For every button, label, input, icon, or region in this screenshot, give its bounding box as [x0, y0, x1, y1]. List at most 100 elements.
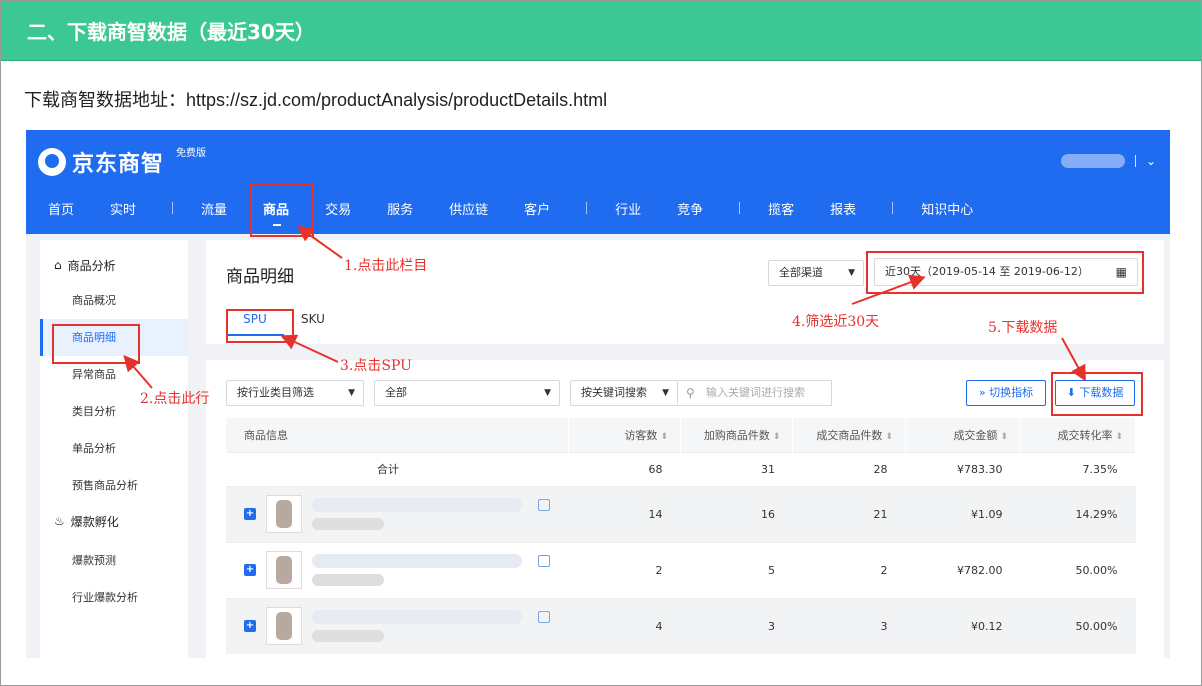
- product-thumbnail[interactable]: [266, 551, 302, 589]
- user-name-blurred: [1060, 154, 1125, 168]
- trend-chart-icon[interactable]: [538, 499, 550, 511]
- keyword-placeholder: 输入关键词进行搜索: [706, 386, 805, 399]
- nav-knowledge[interactable]: 知识中心: [921, 199, 973, 218]
- nav-service[interactable]: 服务: [387, 199, 413, 218]
- col-cart-items[interactable]: 加购商品件数 ⬍: [680, 418, 794, 452]
- caret-down-icon: ▼: [348, 388, 355, 398]
- sidebar-item-presale[interactable]: 预售商品分析: [40, 467, 188, 504]
- table-row[interactable]: + 14 16 21 ¥1.09 14.29%: [226, 485, 1136, 542]
- table-cell: 21: [792, 485, 906, 542]
- fire-icon: ♨: [54, 514, 65, 528]
- section-header: 二、下载商智数据（最近30天）: [1, 1, 1201, 61]
- annotation-step-2: 2.点击此行: [140, 391, 210, 407]
- expand-icon[interactable]: +: [244, 508, 256, 520]
- bag-icon: ⌂: [54, 258, 62, 272]
- channel-select[interactable]: 全部渠道 ▼: [768, 260, 864, 286]
- table-cell: 7.35%: [1020, 451, 1136, 486]
- intro-url[interactable]: https://sz.jd.com/productAnalysis/produc…: [186, 90, 607, 110]
- page-title: 商品明细: [226, 267, 294, 287]
- product-thumbnail[interactable]: [266, 495, 302, 533]
- nav-divider: [172, 202, 174, 214]
- sidebar-item-industry-hot[interactable]: 行业爆款分析: [40, 579, 188, 616]
- col-sold-items[interactable]: 成交商品件数 ⬍: [792, 418, 906, 452]
- table-cell: 31: [680, 451, 793, 486]
- table-row[interactable]: + 2 5 2 ¥782.00 50.00%: [226, 541, 1136, 598]
- table-cell: 68: [568, 451, 681, 486]
- all-select-value: 全部: [385, 386, 407, 399]
- sort-icon: ⬍: [885, 431, 893, 442]
- logo[interactable]: 京东商智 免费版: [38, 146, 206, 178]
- annotation-step-1: 1.点击此栏目: [344, 258, 428, 274]
- sidebar-group-product-analysis[interactable]: ⌂ 商品分析: [40, 252, 188, 278]
- table-cell: 5: [680, 541, 793, 598]
- highlight-date-range: [866, 251, 1144, 294]
- search-icon: ⚲: [686, 386, 695, 400]
- all-select[interactable]: 全部 ▼: [374, 380, 560, 406]
- nav-reports[interactable]: 报表: [830, 199, 856, 218]
- keyword-search-input[interactable]: ⚲ 输入关键词进行搜索: [678, 380, 832, 406]
- table-cell: 14.29%: [1020, 485, 1136, 542]
- nav-industry[interactable]: 行业: [615, 199, 641, 218]
- product-info-cell: +: [226, 597, 568, 654]
- product-table: 商品信息 访客数 ⬍ 加购商品件数 ⬍ 成交商品件数 ⬍ 成交金额 ⬍ 成交转化率 ⬍ 合…: [226, 418, 1137, 654]
- trend-chart-icon[interactable]: [538, 611, 550, 624]
- sort-icon: ⬍: [1115, 431, 1123, 442]
- category-select[interactable]: 按行业类目筛选 ▼: [226, 380, 364, 406]
- sidebar-item-hot-predict[interactable]: 爆款预测: [40, 542, 188, 579]
- col-amount[interactable]: 成交金额 ⬍: [905, 418, 1021, 452]
- main-nav: 首页 实时 流量 商品 交易 服务 供应链 客户 行业 竞争 揽客 报表 知识中…: [48, 196, 1009, 226]
- intro-label: 下载商智数据地址：: [24, 90, 186, 111]
- col-conversion[interactable]: 成交转化率 ⬍: [1020, 418, 1137, 452]
- highlight-spu-tab: [226, 309, 294, 343]
- logo-text: 京东商智: [72, 152, 165, 177]
- divider: [1134, 155, 1136, 167]
- jd-dog-icon: [38, 148, 66, 176]
- intro-text: 下载商智数据地址：https://sz.jd.com/productAnalys…: [24, 86, 607, 112]
- nav-home[interactable]: 首页: [48, 199, 74, 218]
- nav-traffic[interactable]: 流量: [201, 199, 227, 218]
- col-product-info: 商品信息: [226, 418, 569, 452]
- nav-realtime[interactable]: 实时: [110, 199, 136, 218]
- caret-down-icon: ▼: [544, 388, 551, 398]
- user-area[interactable]: ⌄: [1060, 154, 1156, 168]
- expand-icon[interactable]: +: [244, 620, 256, 633]
- trend-chart-icon[interactable]: [538, 555, 550, 567]
- nav-acquire[interactable]: 揽客: [768, 199, 794, 218]
- total-label: 合计: [226, 451, 568, 486]
- sort-icon: ⬍: [1000, 431, 1008, 442]
- table-cell: 2: [792, 541, 906, 598]
- keyword-mode-select[interactable]: 按关键词搜索 ▼: [570, 380, 678, 406]
- nav-supply-chain[interactable]: 供应链: [449, 199, 488, 218]
- sort-icon: ⬍: [660, 431, 668, 442]
- nav-competition[interactable]: 竞争: [677, 199, 703, 218]
- sidebar-item-single[interactable]: 单品分析: [40, 430, 188, 467]
- table-cell: 50.00%: [1020, 541, 1136, 598]
- table-card: 按行业类目筛选 ▼ 全部 ▼ 按关键词搜索 ▼ ⚲ 输入关键词进行搜索 » 切换…: [206, 360, 1164, 658]
- col-visitors[interactable]: 访客数 ⬍: [568, 418, 681, 452]
- category-select-value: 按行业类目筛选: [237, 386, 314, 399]
- annotation-step-5: 5.下载数据: [988, 320, 1058, 336]
- table-cell: 28: [792, 451, 906, 486]
- switch-metrics-button[interactable]: » 切换指标: [966, 380, 1046, 406]
- nav-divider: [586, 202, 588, 214]
- sidebar-group-label: 爆款孵化: [70, 514, 119, 529]
- chevron-down-icon[interactable]: ⌄: [1146, 154, 1156, 168]
- annotation-step-4: 4.筛选近30天: [792, 314, 880, 330]
- sidebar-item-overview[interactable]: 商品概况: [40, 282, 188, 319]
- table-cell: ¥782.00: [905, 541, 1021, 598]
- table-cell: 14: [568, 485, 681, 542]
- table-header-row: 商品信息 访客数 ⬍ 加购商品件数 ⬍ 成交商品件数 ⬍ 成交金额 ⬍ 成交转化率 ⬍: [226, 418, 1137, 452]
- nav-customer[interactable]: 客户: [524, 199, 550, 218]
- expand-icon[interactable]: +: [244, 564, 256, 576]
- top-bar: 京东商智 免费版 ⌄ 首页 实时 流量 商品 交易 服务 供应链 客户 行业 竞…: [26, 130, 1170, 234]
- nav-divider: [739, 202, 741, 214]
- table-cell: 3: [680, 597, 793, 654]
- product-name-blurred: [312, 610, 522, 643]
- product-info-cell: +: [226, 485, 568, 542]
- table-row[interactable]: + 4 3 3 ¥0.12 50.00%: [226, 597, 1136, 654]
- nav-trade[interactable]: 交易: [325, 199, 351, 218]
- product-thumbnail[interactable]: [266, 607, 302, 646]
- annotation-step-3: 3.点击SPU: [340, 358, 412, 374]
- sidebar-group-hot[interactable]: ♨ 爆款孵化: [40, 508, 188, 534]
- sort-icon: ⬍: [772, 431, 781, 442]
